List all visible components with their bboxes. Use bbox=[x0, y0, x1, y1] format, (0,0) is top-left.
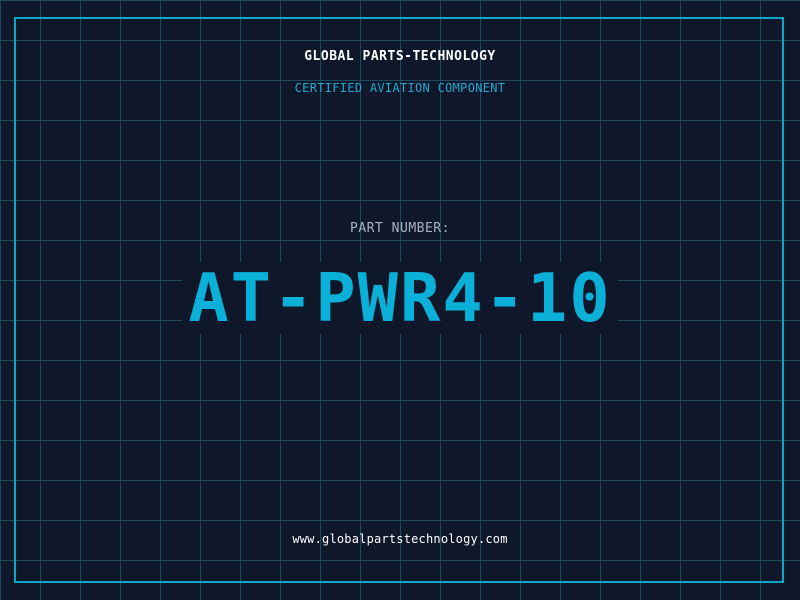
label-canvas: GLOBAL PARTS-TECHNOLOGY CERTIFIED AVIATI… bbox=[0, 0, 800, 600]
company-name: GLOBAL PARTS-TECHNOLOGY bbox=[304, 49, 496, 64]
website-url: www.globalpartstechnology.com bbox=[292, 532, 508, 546]
certification-subtitle: CERTIFIED AVIATION COMPONENT bbox=[294, 81, 506, 95]
part-number-value: AT-PWR4-10 bbox=[182, 262, 618, 334]
part-number-label: PART NUMBER: bbox=[350, 221, 450, 236]
part-number-container: AT-PWR4-10 bbox=[0, 262, 800, 334]
